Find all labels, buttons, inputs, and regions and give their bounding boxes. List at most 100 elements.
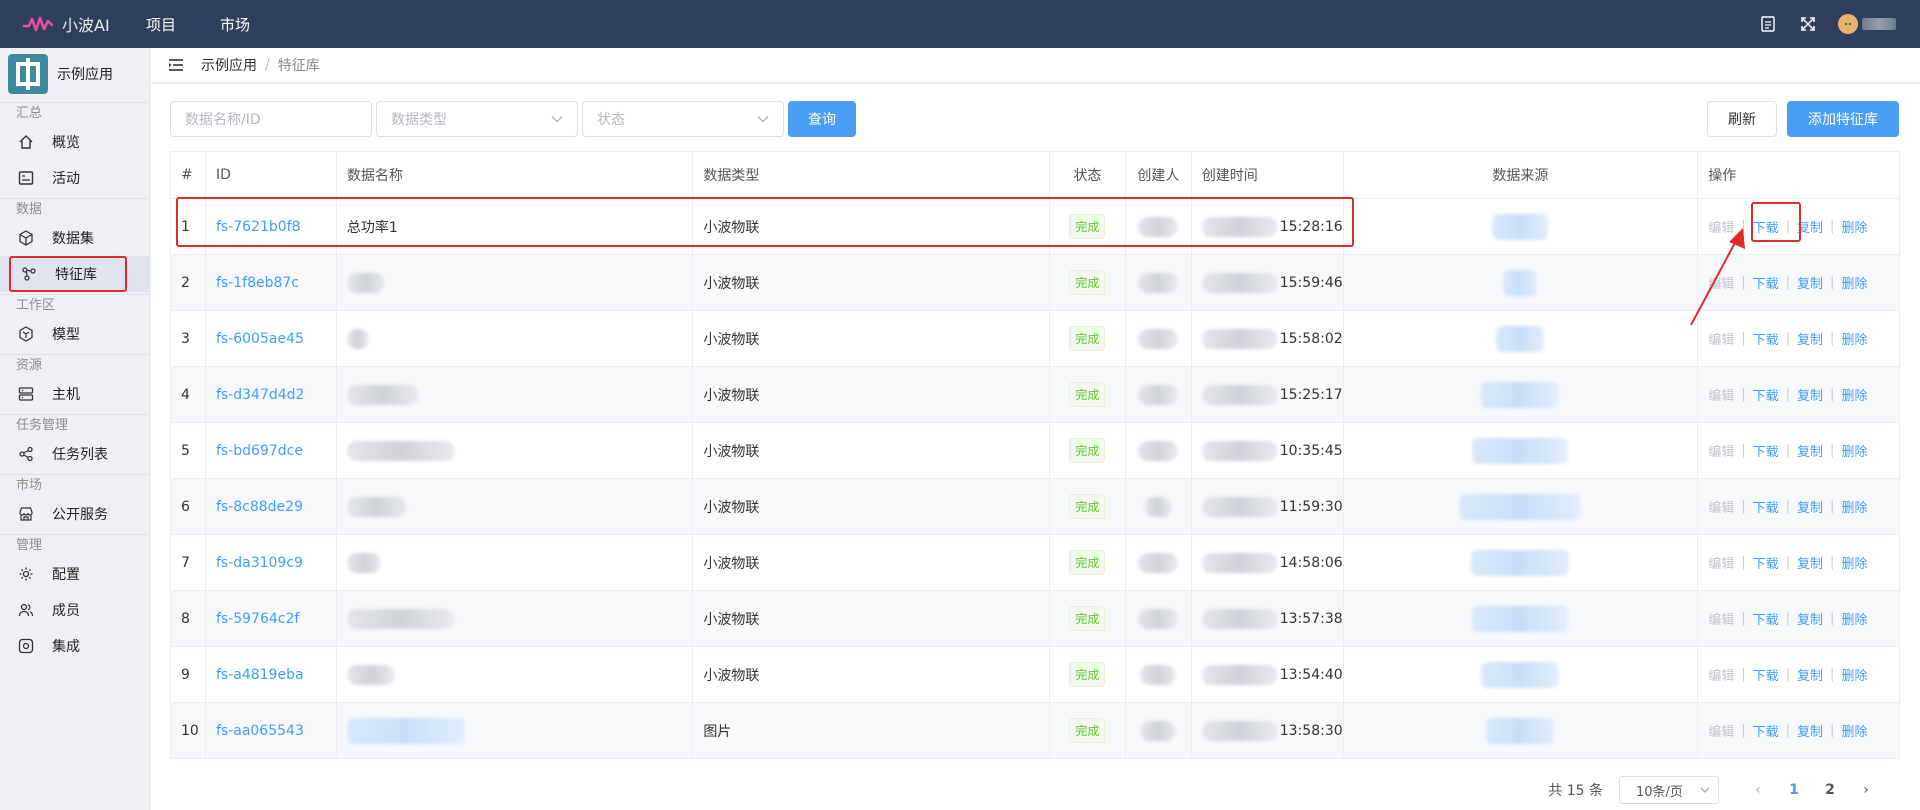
edit-button[interactable]: 编辑 xyxy=(1708,721,1734,740)
sidebar-item-public-services[interactable]: 公开服务 xyxy=(0,496,149,532)
edit-button[interactable]: 编辑 xyxy=(1708,665,1734,684)
copy-button[interactable]: 复制 xyxy=(1797,385,1823,404)
row-id-link[interactable]: fs-d347d4d2 xyxy=(206,367,337,422)
row-source xyxy=(1344,535,1699,590)
download-button[interactable]: 下载 xyxy=(1753,329,1779,348)
sidebar-item-label: 模型 xyxy=(52,327,80,343)
delete-button[interactable]: 删除 xyxy=(1841,665,1867,684)
sidebar-item-hosts[interactable]: 主机 xyxy=(0,376,149,412)
page-1[interactable]: 1 xyxy=(1779,782,1809,798)
group-label-resources: 资源 xyxy=(0,354,149,376)
delete-button[interactable]: 删除 xyxy=(1841,385,1867,404)
document-icon[interactable] xyxy=(1758,14,1778,34)
sidebar-item-overview[interactable]: 概览 xyxy=(0,124,149,160)
app-header[interactable]: 示例应用 xyxy=(0,48,149,100)
delete-button[interactable]: 删除 xyxy=(1841,497,1867,516)
delete-button[interactable]: 删除 xyxy=(1841,441,1867,460)
edit-button[interactable]: 编辑 xyxy=(1708,609,1734,628)
edit-button[interactable]: 编辑 xyxy=(1708,329,1734,348)
sidebar-item-integrations[interactable]: 集成 xyxy=(0,628,149,664)
download-button[interactable]: 下载 xyxy=(1753,441,1779,460)
page-2[interactable]: 2 xyxy=(1815,782,1845,798)
row-id-link[interactable]: fs-8c88de29 xyxy=(206,479,337,534)
delete-button[interactable]: 删除 xyxy=(1841,273,1867,292)
edit-button[interactable]: 编辑 xyxy=(1708,497,1734,516)
nav-item-market[interactable]: 市场 xyxy=(220,14,250,35)
sidebar-item-task-list[interactable]: 任务列表 xyxy=(0,436,149,472)
download-button[interactable]: 下载 xyxy=(1753,217,1779,236)
delete-button[interactable]: 删除 xyxy=(1841,329,1867,348)
row-id-link[interactable]: fs-1f8eb87c xyxy=(206,255,337,310)
status-select[interactable]: 状态 xyxy=(582,101,784,137)
sidebar-item-members[interactable]: 成员 xyxy=(0,592,149,628)
redacted-source xyxy=(1472,605,1569,632)
copy-button[interactable]: 复制 xyxy=(1797,609,1823,628)
copy-button[interactable]: 复制 xyxy=(1797,329,1823,348)
download-button[interactable]: 下载 xyxy=(1753,553,1779,572)
copy-button[interactable]: 复制 xyxy=(1797,665,1823,684)
breadcrumb-root[interactable]: 示例应用 xyxy=(201,55,257,75)
sidebar-item-feature-store[interactable]: 特征库 xyxy=(0,256,149,292)
sidebar-item-datasets[interactable]: 数据集 xyxy=(0,220,149,256)
ops-separator: | xyxy=(1830,219,1835,234)
copy-button[interactable]: 复制 xyxy=(1797,217,1823,236)
row-source xyxy=(1344,479,1699,534)
name-search-input[interactable]: 数据名称/ID xyxy=(170,101,372,137)
edit-button[interactable]: 编辑 xyxy=(1708,553,1734,572)
row-operations: 编辑 | 下载 | 复制 | 删除 xyxy=(1698,423,1899,478)
fullscreen-icon[interactable] xyxy=(1798,14,1818,34)
download-button[interactable]: 下载 xyxy=(1753,721,1779,740)
row-id-link[interactable]: fs-59764c2f xyxy=(206,591,337,646)
row-id-link[interactable]: fs-a4819eba xyxy=(206,647,337,702)
row-id-link[interactable]: fs-7621b0f8 xyxy=(206,199,337,254)
add-feature-store-button[interactable]: 添加特征库 xyxy=(1787,101,1899,137)
avatar[interactable] xyxy=(1838,14,1858,34)
redacted-date xyxy=(1201,720,1278,741)
row-id-link[interactable]: fs-da3109c9 xyxy=(206,535,337,590)
sidebar-item-activity[interactable]: 活动 xyxy=(0,160,149,196)
copy-button[interactable]: 复制 xyxy=(1797,553,1823,572)
redacted-name xyxy=(346,440,455,461)
share-icon xyxy=(17,445,35,463)
edit-button[interactable]: 编辑 xyxy=(1708,385,1734,404)
header-type: 数据类型 xyxy=(693,152,1050,198)
redacted-date xyxy=(1201,608,1278,629)
copy-button[interactable]: 复制 xyxy=(1797,497,1823,516)
prev-page-icon[interactable]: ‹ xyxy=(1743,782,1773,798)
download-button[interactable]: 下载 xyxy=(1753,273,1779,292)
sidebar: 示例应用 汇总 概览 活动 数据 数据集 特征库 工作区 模型 资源 主机 任务… xyxy=(0,48,150,810)
type-select[interactable]: 数据类型 xyxy=(376,101,578,137)
delete-button[interactable]: 删除 xyxy=(1841,217,1867,236)
refresh-button[interactable]: 刷新 xyxy=(1707,101,1777,137)
sidebar-item-models[interactable]: 模型 xyxy=(0,316,149,352)
row-status: 完成 xyxy=(1050,199,1126,254)
download-button[interactable]: 下载 xyxy=(1753,665,1779,684)
logo[interactable]: 小波AI xyxy=(0,12,126,36)
status-badge: 完成 xyxy=(1069,550,1106,575)
row-id-link[interactable]: fs-aa065543 xyxy=(206,703,337,758)
row-creator xyxy=(1126,535,1192,590)
row-id-link[interactable]: fs-6005ae45 xyxy=(206,311,337,366)
download-button[interactable]: 下载 xyxy=(1753,385,1779,404)
next-page-icon[interactable]: › xyxy=(1851,782,1881,798)
copy-button[interactable]: 复制 xyxy=(1797,273,1823,292)
row-id-link[interactable]: fs-bd697dce xyxy=(206,423,337,478)
redacted-date xyxy=(1201,216,1278,237)
sidebar-item-label: 任务列表 xyxy=(52,447,108,463)
row-creator xyxy=(1126,703,1192,758)
delete-button[interactable]: 删除 xyxy=(1841,553,1867,572)
copy-button[interactable]: 复制 xyxy=(1797,721,1823,740)
delete-button[interactable]: 删除 xyxy=(1841,721,1867,740)
user-name-redacted[interactable] xyxy=(1862,18,1896,30)
page-size-select[interactable]: 10条/页 xyxy=(1619,776,1719,804)
download-button[interactable]: 下载 xyxy=(1753,609,1779,628)
copy-button[interactable]: 复制 xyxy=(1797,441,1823,460)
download-button[interactable]: 下载 xyxy=(1753,497,1779,516)
menu-collapse-icon[interactable] xyxy=(168,58,184,72)
query-button[interactable]: 查询 xyxy=(788,101,856,137)
edit-button[interactable]: 编辑 xyxy=(1708,441,1734,460)
delete-button[interactable]: 删除 xyxy=(1841,609,1867,628)
nav-item-projects[interactable]: 项目 xyxy=(146,14,176,35)
sidebar-item-settings[interactable]: 配置 xyxy=(0,556,149,592)
row-status: 完成 xyxy=(1050,479,1126,534)
